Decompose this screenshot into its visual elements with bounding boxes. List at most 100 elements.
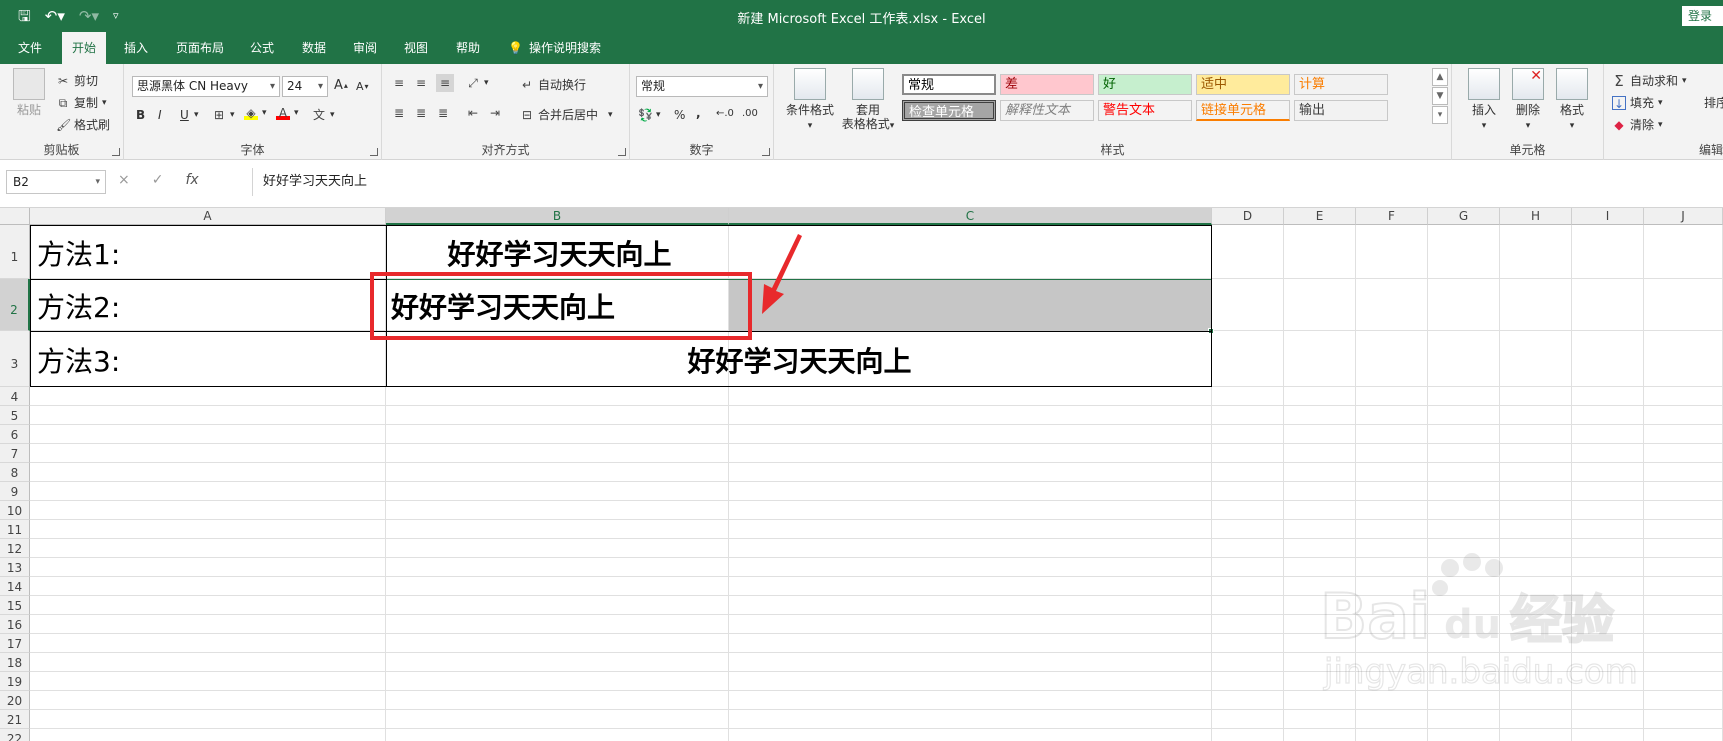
conditional-formatting-button[interactable]: 条件格式 ▾ — [784, 68, 836, 133]
tell-me-search[interactable]: 💡 操作说明搜索 — [498, 32, 611, 64]
cell-style-3[interactable]: 适中 — [1196, 74, 1290, 95]
tab-formulas[interactable]: 公式 — [240, 32, 284, 64]
row-header-17[interactable]: 17 — [0, 634, 30, 653]
enter-icon[interactable]: ✓ — [152, 172, 164, 188]
cell-style-9[interactable]: 输出 — [1294, 100, 1388, 121]
row-header-19[interactable]: 19 — [0, 672, 30, 691]
row-header-3[interactable]: 3 — [0, 331, 30, 387]
phonetic-button[interactable]: 文 ▾ — [312, 108, 335, 122]
column-header-a[interactable]: A — [30, 208, 386, 225]
wrap-text-button[interactable]: ↵ 自动换行 — [520, 76, 586, 93]
cell-a2[interactable]: 方法2: — [31, 280, 386, 331]
formula-input[interactable]: 好好学习天天向上 — [252, 168, 1723, 196]
column-header-j[interactable]: J — [1644, 208, 1723, 225]
row-header-22[interactable]: 22 — [0, 729, 30, 741]
tab-data[interactable]: 数据 — [292, 32, 336, 64]
number-format-select[interactable]: 常规 ▾ — [636, 76, 768, 97]
increase-indent-button[interactable]: ⇥ — [488, 106, 502, 120]
row-header-9[interactable]: 9 — [0, 482, 30, 501]
tab-page-layout[interactable]: 页面布局 — [166, 32, 234, 64]
row-header-16[interactable]: 16 — [0, 615, 30, 634]
align-right-button[interactable]: ≣ — [436, 106, 450, 120]
cut-button[interactable]: ✂ 剪切 — [56, 72, 98, 89]
cell-style-8[interactable]: 链接单元格 — [1196, 100, 1290, 121]
row-header-14[interactable]: 14 — [0, 577, 30, 596]
column-header-e[interactable]: E — [1284, 208, 1356, 225]
row-header-13[interactable]: 13 — [0, 558, 30, 577]
row-header-1[interactable]: 1 — [0, 225, 30, 279]
align-left-button[interactable]: ≣ — [392, 106, 406, 120]
increase-decimal-button[interactable]: ←.0 — [716, 108, 734, 119]
paste-button[interactable]: 粘贴 — [10, 68, 48, 117]
tab-home[interactable]: 开始 — [62, 32, 107, 64]
cell-b3-c3-merged[interactable]: 好好学习天天向上 — [387, 332, 1212, 387]
align-bottom-button[interactable]: ≡ — [436, 74, 454, 92]
row-header-21[interactable]: 21 — [0, 710, 30, 729]
cell-style-4[interactable]: 计算 — [1294, 74, 1388, 95]
row-header-20[interactable]: 20 — [0, 691, 30, 710]
row-header-2[interactable]: 2 — [0, 279, 30, 331]
merge-center-button[interactable]: ⊟ 合并后居中 ▾ — [520, 106, 613, 123]
column-header-h[interactable]: H — [1500, 208, 1572, 225]
chevron-down-icon[interactable]: ▼ — [1432, 87, 1448, 105]
row-header-7[interactable]: 7 — [0, 444, 30, 463]
row-header-12[interactable]: 12 — [0, 539, 30, 558]
cell-style-1[interactable]: 差 — [1000, 74, 1094, 95]
cell-style-0[interactable]: 常规 — [902, 74, 996, 95]
number-launcher-icon[interactable] — [762, 148, 770, 156]
row-header-10[interactable]: 10 — [0, 501, 30, 520]
column-header-g[interactable]: G — [1428, 208, 1500, 225]
font-color-button[interactable]: A ▾ — [276, 106, 299, 120]
alignment-launcher-icon[interactable] — [618, 148, 626, 156]
underline-dropdown-icon[interactable]: ▾ — [194, 110, 199, 120]
column-header-b[interactable]: B — [386, 208, 729, 225]
decrease-decimal-button[interactable]: .00 — [742, 108, 758, 119]
borders-button[interactable]: ⊞ ▾ — [212, 108, 235, 122]
bold-button[interactable]: B — [136, 108, 145, 122]
fill-color-button[interactable]: ◈ ▾ — [244, 106, 267, 120]
tab-review[interactable]: 审阅 — [343, 32, 387, 64]
cell-style-6[interactable]: 解释性文本 — [1000, 100, 1094, 121]
align-center-button[interactable]: ≣ — [414, 106, 428, 120]
cell-a1[interactable]: 方法1: — [31, 226, 386, 279]
name-box[interactable]: B2 ▾ — [6, 170, 106, 194]
styles-gallery-scroll[interactable]: ▲ ▼ ▾ — [1432, 68, 1448, 125]
insert-cells-button[interactable]: 插入 ▾ — [1464, 68, 1504, 133]
format-painter-button[interactable]: 🖌 格式刷 — [56, 116, 110, 133]
row-header-8[interactable]: 8 — [0, 463, 30, 482]
login-button[interactable]: 登录 — [1682, 6, 1723, 26]
decrease-indent-button[interactable]: ⇤ — [466, 106, 480, 120]
cell-a3[interactable]: 方法3: — [31, 332, 386, 387]
row-header-5[interactable]: 5 — [0, 406, 30, 425]
percent-button[interactable]: % — [674, 108, 685, 122]
tab-view[interactable]: 视图 — [394, 32, 438, 64]
select-all-corner[interactable] — [0, 208, 30, 225]
sort-filter-button[interactable]: 排序 — [1704, 94, 1723, 111]
format-cells-button[interactable]: 格式 ▾ — [1552, 68, 1592, 133]
font-launcher-icon[interactable] — [370, 148, 378, 156]
underline-button[interactable]: U — [180, 108, 189, 122]
align-top-button[interactable]: ≡ — [392, 76, 406, 90]
cancel-icon[interactable]: × — [118, 172, 130, 188]
row-header-15[interactable]: 15 — [0, 596, 30, 615]
row-header-18[interactable]: 18 — [0, 653, 30, 672]
cell-style-5[interactable]: 检查单元格 — [902, 100, 996, 121]
orientation-button[interactable]: ⤢ ▾ — [466, 76, 488, 90]
row-header-11[interactable]: 11 — [0, 520, 30, 539]
chevron-up-icon[interactable]: ▲ — [1432, 68, 1448, 86]
column-header-c[interactable]: C — [729, 208, 1212, 225]
gallery-more-icon[interactable]: ▾ — [1432, 106, 1448, 124]
clear-button[interactable]: ◆ 清除 ▾ — [1612, 116, 1662, 133]
tab-insert[interactable]: 插入 — [114, 32, 158, 64]
accounting-format-button[interactable]: 💱 ▾ — [638, 108, 661, 122]
tab-help[interactable]: 帮助 — [446, 32, 490, 64]
column-header-d[interactable]: D — [1212, 208, 1284, 225]
insert-function-icon[interactable]: fx — [185, 172, 198, 188]
italic-button[interactable]: I — [158, 108, 162, 122]
row-header-6[interactable]: 6 — [0, 425, 30, 444]
font-name-select[interactable]: 思源黑体 CN Heavy ▾ — [132, 76, 280, 97]
fill-button[interactable]: ↓ 填充 ▾ — [1612, 94, 1663, 111]
autosum-button[interactable]: Σ 自动求和 ▾ — [1612, 72, 1686, 89]
row-header-4[interactable]: 4 — [0, 387, 30, 406]
comma-button[interactable]: , — [696, 106, 701, 120]
